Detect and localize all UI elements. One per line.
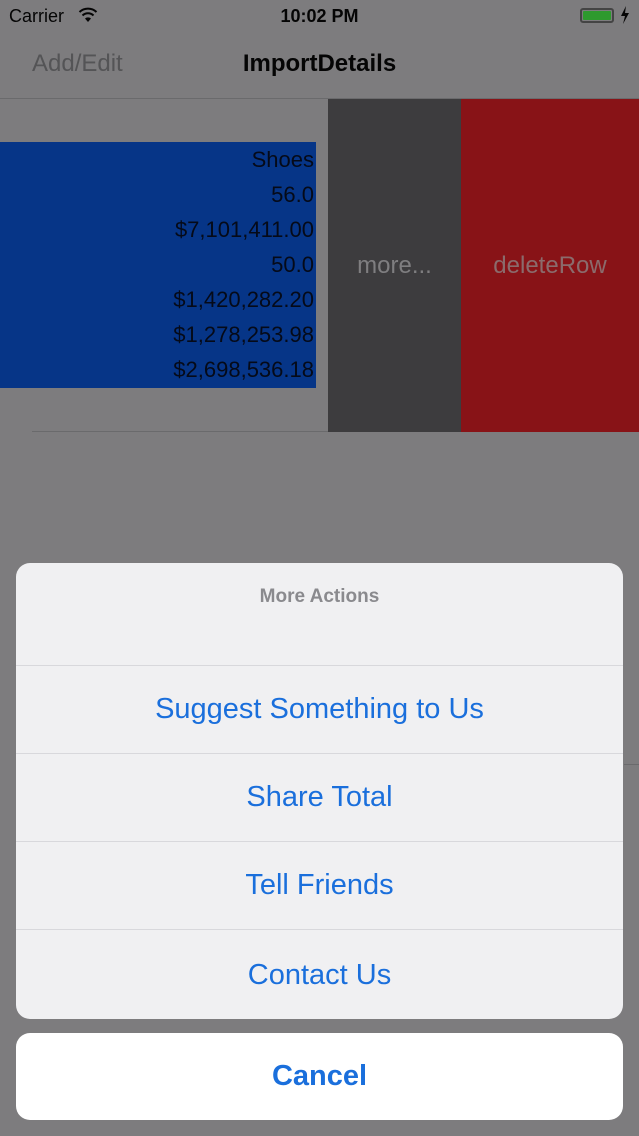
contact-us-button[interactable]: Contact Us bbox=[16, 931, 623, 1019]
status-time: 10:02 PM bbox=[280, 6, 359, 26]
row-value-5: $1,278,253.98 bbox=[173, 322, 314, 347]
more-swipe-button[interactable]: more... bbox=[328, 99, 461, 432]
table-row-content[interactable]: Shoes 56.0 $7,101,411.00 50.0 $1,420,282… bbox=[0, 142, 316, 388]
battery-level bbox=[583, 11, 611, 20]
row-value-1: 56.0 bbox=[271, 182, 314, 207]
status-bar: Carrier 10:02 PM bbox=[0, 0, 639, 34]
action-sheet: More Actions Suggest Something to Us Sha… bbox=[16, 563, 623, 1019]
row-value-2: $7,101,411.00 bbox=[174, 217, 314, 242]
charging-bolt-icon bbox=[621, 6, 629, 24]
tell-friends-button[interactable]: Tell Friends bbox=[16, 842, 623, 930]
row-divider bbox=[32, 431, 328, 432]
cancel-button[interactable]: Cancel bbox=[16, 1033, 623, 1120]
share-total-button[interactable]: Share Total bbox=[16, 754, 623, 842]
navigation-bar: Add/Edit ImportDetails bbox=[0, 34, 639, 99]
row-category: Shoes bbox=[251, 147, 314, 172]
row-divider bbox=[624, 764, 639, 765]
action-sheet-title: More Actions bbox=[16, 563, 623, 666]
delete-row-swipe-button[interactable]: deleteRow bbox=[461, 99, 639, 432]
suggest-something-button[interactable]: Suggest Something to Us bbox=[16, 666, 623, 754]
row-value-4: $1,420,282.20 bbox=[173, 287, 314, 312]
row-value-6: $2,698,536.18 bbox=[173, 357, 314, 382]
battery-icon bbox=[580, 8, 614, 23]
row-value-3: 50.0 bbox=[271, 252, 314, 277]
page-title: ImportDetails bbox=[242, 50, 397, 77]
